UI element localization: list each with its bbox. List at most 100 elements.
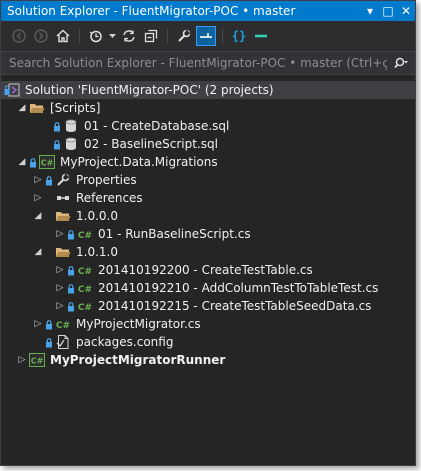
tree-item-config-file[interactable]: packages.config [1, 333, 415, 351]
code-braces-icon[interactable]: {} [229, 26, 249, 46]
file-label: 01 - RunBaselineScript.cs [98, 227, 251, 241]
collapsed-arrow-icon[interactable]: ▷ [53, 283, 67, 293]
csharp-file-icon: C# [77, 280, 93, 296]
tree-item-references[interactable]: ▷ References [1, 189, 415, 207]
lock-icon [67, 301, 75, 312]
tree-item-cs-file[interactable]: ▷ C# 201410192215 - CreateTestTableSeedD… [1, 297, 415, 315]
file-label: MyProjectMigrator.cs [76, 317, 201, 331]
lock-icon [45, 319, 53, 330]
maximize-icon[interactable]: □ [379, 2, 397, 20]
folder-label: 1.0.1.0 [76, 245, 118, 259]
window-title: Solution Explorer - FluentMigrator-POC •… [7, 4, 296, 18]
expanded-arrow-icon[interactable]: ◢ [15, 157, 29, 167]
svg-text:C#: C# [56, 321, 70, 331]
csharp-project-icon: C# [39, 154, 55, 170]
collapsed-arrow-icon[interactable]: ▷ [53, 229, 67, 239]
svg-text:C#: C# [78, 231, 92, 241]
toolbar: {} [1, 21, 415, 51]
back-icon[interactable] [9, 26, 29, 46]
minus-icon[interactable] [251, 26, 271, 46]
svg-text:C#: C# [78, 303, 92, 313]
wrench-icon [55, 172, 71, 188]
csharp-file-icon: C# [77, 226, 93, 242]
dropdown-icon[interactable]: ▾ [361, 2, 379, 20]
toolbar-separator [79, 28, 80, 44]
folder-open-icon [55, 208, 71, 224]
csharp-file-icon: C# [77, 262, 93, 278]
database-icon [63, 136, 79, 152]
folder-open-icon [55, 244, 71, 260]
forward-icon[interactable] [31, 26, 51, 46]
scripts-folder-label: [Scripts] [50, 101, 101, 115]
config-file-icon [55, 334, 71, 350]
collapsed-arrow-icon[interactable]: ▷ [31, 319, 45, 329]
file-label: 201410192215 - CreateTestTableSeedData.c… [98, 299, 372, 313]
csharp-project-icon: C# [29, 352, 45, 368]
search-icon[interactable] [387, 57, 415, 69]
search-input[interactable] [9, 56, 387, 70]
sync-icon[interactable] [119, 26, 139, 46]
tree-item-cs-file[interactable]: ▷ C# 201410192200 - CreateTestTable.cs [1, 261, 415, 279]
tree-item-solution[interactable]: Solution 'FluentMigrator-POC' (2 project… [1, 81, 415, 99]
tree-item-script[interactable]: 02 - BaselineScript.sql [1, 135, 415, 153]
tree-item-properties[interactable]: ▷ Properties [1, 171, 415, 189]
tree-item-folder[interactable]: ◢ 1.0.0.0 [1, 207, 415, 225]
tree-item-project[interactable]: ▷ C# MyProjectMigratorRunner [1, 351, 415, 369]
solution-label: Solution 'FluentMigrator-POC' (2 project… [25, 83, 274, 97]
solution-tree: Solution 'FluentMigrator-POC' (2 project… [1, 81, 415, 465]
preview-selected-icon[interactable] [196, 26, 216, 46]
lock-icon [53, 139, 61, 150]
tree-item-folder[interactable]: ◢ 1.0.1.0 [1, 243, 415, 261]
csharp-file-icon: C# [77, 298, 93, 314]
search-box [1, 51, 415, 75]
lock-icon [45, 337, 53, 348]
collapsed-arrow-icon[interactable]: ▷ [31, 175, 45, 185]
lock-icon [53, 121, 61, 132]
collapse-all-icon[interactable] [141, 26, 161, 46]
tree-item-cs-file[interactable]: ▷ C# 201410192210 - AddColumnTestToTable… [1, 279, 415, 297]
svg-text:{}: {} [232, 29, 246, 43]
script-label: 02 - BaselineScript.sql [84, 137, 218, 151]
home-icon[interactable] [53, 26, 73, 46]
chevron-down-icon[interactable] [108, 26, 117, 46]
references-icon [55, 190, 71, 206]
toolbar-separator [222, 28, 223, 44]
collapsed-arrow-icon[interactable]: ▷ [53, 301, 67, 311]
solution-icon [4, 82, 20, 98]
svg-text:C#: C# [78, 285, 92, 295]
csharp-file-icon: C# [55, 316, 71, 332]
tree-item-project[interactable]: ◢ C# MyProject.Data.Migrations [1, 153, 415, 171]
file-label: 201410192200 - CreateTestTable.cs [98, 263, 313, 277]
expanded-arrow-icon[interactable]: ◢ [31, 211, 45, 221]
expanded-arrow-icon[interactable]: ◢ [31, 247, 45, 257]
tree-item-script[interactable]: 01 - CreateDatabase.sql [1, 117, 415, 135]
title-bar[interactable]: Solution Explorer - FluentMigrator-POC •… [1, 1, 415, 21]
collapsed-arrow-icon[interactable]: ▷ [15, 355, 29, 365]
file-label: packages.config [76, 335, 174, 349]
tree-item-cs-file[interactable]: ▷ C# MyProjectMigrator.cs [1, 315, 415, 333]
project-label: MyProjectMigratorRunner [50, 353, 226, 367]
close-icon[interactable]: ✕ [397, 2, 415, 20]
folder-label: 1.0.0.0 [76, 209, 118, 223]
lock-icon [67, 283, 75, 294]
tree-item-cs-file[interactable]: ▷ C# 01 - RunBaselineScript.cs [1, 225, 415, 243]
history-icon[interactable] [86, 26, 106, 46]
properties-icon[interactable] [174, 26, 194, 46]
svg-text:C#: C# [31, 357, 44, 366]
collapsed-arrow-icon[interactable]: ▷ [53, 265, 67, 275]
solution-explorer-window: Solution Explorer - FluentMigrator-POC •… [0, 0, 416, 466]
file-label: 201410192210 - AddColumnTestToTableTest.… [98, 281, 379, 295]
lock-icon [29, 157, 37, 168]
references-label: References [76, 191, 143, 205]
tree-item-scripts[interactable]: ◢ [Scripts] [1, 99, 415, 117]
lock-icon [67, 265, 75, 276]
lock-icon [45, 175, 53, 186]
lock-icon [67, 229, 75, 240]
collapsed-arrow-icon[interactable]: ▷ [31, 193, 45, 203]
script-label: 01 - CreateDatabase.sql [84, 119, 230, 133]
folder-open-icon [29, 100, 45, 116]
expanded-arrow-icon[interactable]: ◢ [15, 103, 29, 113]
toolbar-separator [167, 28, 168, 44]
project-label: MyProject.Data.Migrations [60, 155, 218, 169]
svg-text:C#: C# [41, 159, 54, 168]
